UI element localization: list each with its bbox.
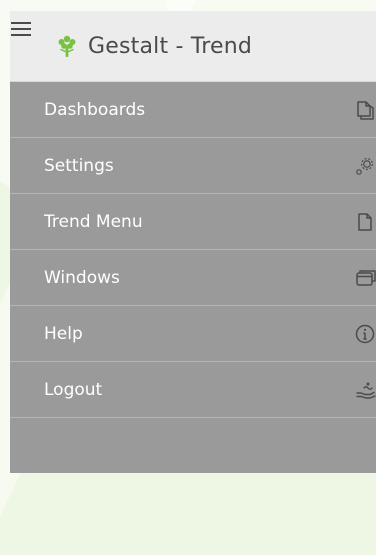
nav-menu: Dashboards Settings Trend Menu Windows H… — [10, 82, 376, 473]
nav-item-help[interactable]: Help — [10, 306, 376, 362]
nav-item-settings[interactable]: Settings — [10, 138, 376, 194]
nav-item-label: Settings — [44, 155, 114, 176]
nav-item-label: Windows — [44, 267, 120, 288]
copy-pages-icon — [354, 99, 376, 121]
nav-item-label: Logout — [44, 379, 103, 400]
app-title: Gestalt - Trend — [88, 33, 253, 59]
nav-item-dashboards[interactable]: Dashboards — [10, 82, 376, 138]
nav-item-label: Trend Menu — [44, 211, 143, 232]
windows-stack-icon — [354, 267, 376, 289]
nav-item-logout[interactable]: Logout — [10, 362, 376, 418]
hand-logout-icon — [354, 379, 376, 401]
gears-icon — [354, 155, 376, 177]
nav-item-label: Dashboards — [44, 99, 146, 120]
nav-item-windows[interactable]: Windows — [10, 250, 376, 306]
side-menu-panel: Gestalt - Trend Dashboards Settings Tren… — [10, 11, 376, 473]
tree-logo-icon — [58, 35, 76, 57]
info-circle-icon — [354, 323, 376, 345]
document-icon — [354, 211, 376, 233]
hamburger-icon[interactable] — [11, 20, 31, 36]
nav-item-label: Help — [44, 323, 83, 344]
nav-item-trend-menu[interactable]: Trend Menu — [10, 194, 376, 250]
app-header: Gestalt - Trend — [10, 11, 376, 82]
